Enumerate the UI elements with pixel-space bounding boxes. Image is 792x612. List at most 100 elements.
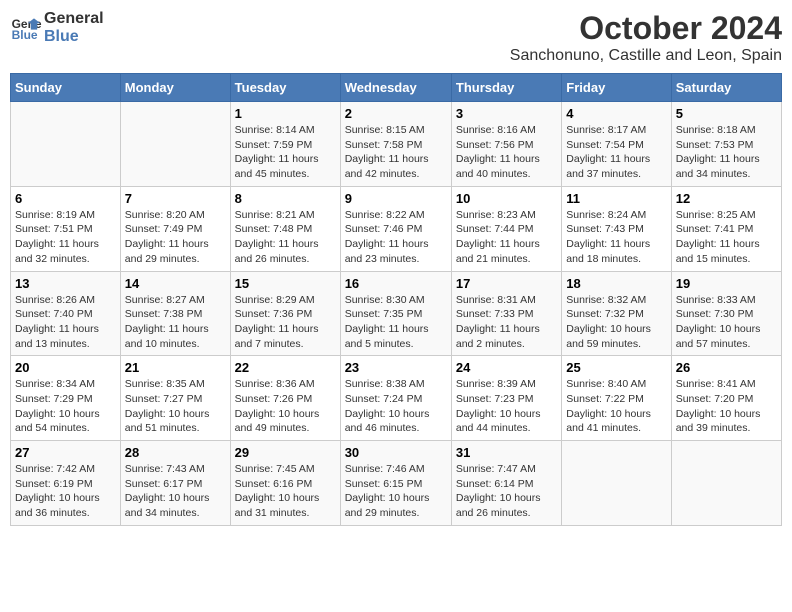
week-row-4: 20Sunrise: 8:34 AMSunset: 7:29 PMDayligh… bbox=[11, 356, 782, 441]
header-tuesday: Tuesday bbox=[230, 74, 340, 102]
day-number: 1 bbox=[235, 106, 336, 121]
day-number: 11 bbox=[566, 191, 666, 206]
page-subtitle: Sanchonuno, Castille and Leon, Spain bbox=[510, 47, 782, 65]
day-info: Sunrise: 8:32 AMSunset: 7:32 PMDaylight:… bbox=[566, 293, 666, 352]
day-number: 10 bbox=[456, 191, 557, 206]
day-number: 8 bbox=[235, 191, 336, 206]
day-number: 18 bbox=[566, 276, 666, 291]
page-title: October 2024 bbox=[510, 10, 782, 47]
calendar-cell: 17 Sunrise: 8:31 AMSunset: 7:33 PMDayligh… bbox=[451, 271, 561, 356]
day-info: Sunrise: 8:26 AMSunset: 7:40 PMDaylight:… bbox=[15, 293, 116, 352]
calendar-cell: 12 Sunrise: 8:25 AMSunset: 7:41 PMDayligh… bbox=[671, 186, 781, 271]
day-number: 4 bbox=[566, 106, 666, 121]
day-info: Sunrise: 8:20 AMSunset: 7:49 PMDaylight:… bbox=[125, 208, 226, 267]
calendar-cell: 10 Sunrise: 8:23 AMSunset: 7:44 PMDayligh… bbox=[451, 186, 561, 271]
calendar-cell: 6 Sunrise: 8:19 AMSunset: 7:51 PMDaylight… bbox=[11, 186, 121, 271]
header-sunday: Sunday bbox=[11, 74, 121, 102]
calendar-cell bbox=[11, 102, 121, 187]
calendar-cell bbox=[671, 441, 781, 526]
calendar-table: Sunday Monday Tuesday Wednesday Thursday… bbox=[10, 73, 782, 526]
day-info: Sunrise: 8:33 AMSunset: 7:30 PMDaylight:… bbox=[676, 293, 777, 352]
day-number: 9 bbox=[345, 191, 447, 206]
day-info: Sunrise: 8:31 AMSunset: 7:33 PMDaylight:… bbox=[456, 293, 557, 352]
day-info: Sunrise: 8:18 AMSunset: 7:53 PMDaylight:… bbox=[676, 123, 777, 182]
day-number: 23 bbox=[345, 360, 447, 375]
calendar-cell: 13Sunrise: 8:26 AMSunset: 7:40 PMDayligh… bbox=[11, 271, 121, 356]
week-row-1: 1 Sunrise: 8:14 AMSunset: 7:59 PMDaylight… bbox=[11, 102, 782, 187]
calendar-cell: 19 Sunrise: 8:33 AMSunset: 7:30 PMDayligh… bbox=[671, 271, 781, 356]
calendar-header: Sunday Monday Tuesday Wednesday Thursday… bbox=[11, 74, 782, 102]
calendar-cell: 27 Sunrise: 7:42 AMSunset: 6:19 PMDayligh… bbox=[11, 441, 121, 526]
day-info: Sunrise: 7:42 AMSunset: 6:19 PMDaylight:… bbox=[15, 462, 116, 521]
calendar-cell: 15 Sunrise: 8:29 AMSunset: 7:36 PMDayligh… bbox=[230, 271, 340, 356]
header-row: Sunday Monday Tuesday Wednesday Thursday… bbox=[11, 74, 782, 102]
day-number: 26 bbox=[676, 360, 777, 375]
day-info: Sunrise: 8:15 AMSunset: 7:58 PMDaylight:… bbox=[345, 123, 447, 182]
day-info: Sunrise: 8:16 AMSunset: 7:56 PMDaylight:… bbox=[456, 123, 557, 182]
calendar-cell: 16 Sunrise: 8:30 AMSunset: 7:35 PMDayligh… bbox=[340, 271, 451, 356]
calendar-body: 1 Sunrise: 8:14 AMSunset: 7:59 PMDaylight… bbox=[11, 102, 782, 526]
calendar-cell: 31 Sunrise: 7:47 AMSunset: 6:14 PMDayligh… bbox=[451, 441, 561, 526]
day-info: Sunrise: 8:40 AMSunset: 7:22 PMDaylight:… bbox=[566, 377, 666, 436]
day-info: Sunrise: 8:36 AMSunset: 7:26 PMDaylight:… bbox=[235, 377, 336, 436]
calendar-cell: 23 Sunrise: 8:38 AMSunset: 7:24 PMDayligh… bbox=[340, 356, 451, 441]
day-info: Sunrise: 7:47 AMSunset: 6:14 PMDaylight:… bbox=[456, 462, 557, 521]
day-info: Sunrise: 7:43 AMSunset: 6:17 PMDaylight:… bbox=[125, 462, 226, 521]
week-row-5: 27 Sunrise: 7:42 AMSunset: 6:19 PMDayligh… bbox=[11, 441, 782, 526]
day-number: 19 bbox=[676, 276, 777, 291]
day-number: 25 bbox=[566, 360, 666, 375]
day-number: 5 bbox=[676, 106, 777, 121]
calendar-cell: 1 Sunrise: 8:14 AMSunset: 7:59 PMDaylight… bbox=[230, 102, 340, 187]
day-info: Sunrise: 8:24 AMSunset: 7:43 PMDaylight:… bbox=[566, 208, 666, 267]
calendar-cell: 21 Sunrise: 8:35 AMSunset: 7:27 PMDayligh… bbox=[120, 356, 230, 441]
day-number: 28 bbox=[125, 445, 226, 460]
day-number: 21 bbox=[125, 360, 226, 375]
calendar-cell bbox=[562, 441, 671, 526]
week-row-2: 6 Sunrise: 8:19 AMSunset: 7:51 PMDaylight… bbox=[11, 186, 782, 271]
day-info: Sunrise: 8:35 AMSunset: 7:27 PMDaylight:… bbox=[125, 377, 226, 436]
day-number: 17 bbox=[456, 276, 557, 291]
svg-text:Blue: Blue bbox=[12, 28, 38, 42]
day-info: Sunrise: 8:14 AMSunset: 7:59 PMDaylight:… bbox=[235, 123, 336, 182]
day-info: Sunrise: 8:22 AMSunset: 7:46 PMDaylight:… bbox=[345, 208, 447, 267]
day-number: 14 bbox=[125, 276, 226, 291]
day-info: Sunrise: 8:34 AMSunset: 7:29 PMDaylight:… bbox=[15, 377, 116, 436]
header-friday: Friday bbox=[562, 74, 671, 102]
calendar-cell: 25 Sunrise: 8:40 AMSunset: 7:22 PMDayligh… bbox=[562, 356, 671, 441]
day-number: 30 bbox=[345, 445, 447, 460]
day-info: Sunrise: 8:21 AMSunset: 7:48 PMDaylight:… bbox=[235, 208, 336, 267]
calendar-cell bbox=[120, 102, 230, 187]
page-header: General Blue General Blue October 2024 S… bbox=[10, 10, 782, 65]
logo: General Blue General Blue bbox=[10, 10, 104, 45]
header-thursday: Thursday bbox=[451, 74, 561, 102]
calendar-cell: 3Sunrise: 8:16 AMSunset: 7:56 PMDaylight… bbox=[451, 102, 561, 187]
calendar-cell: 5 Sunrise: 8:18 AMSunset: 7:53 PMDaylight… bbox=[671, 102, 781, 187]
day-number: 24 bbox=[456, 360, 557, 375]
day-info: Sunrise: 8:19 AMSunset: 7:51 PMDaylight:… bbox=[15, 208, 116, 267]
day-info: Sunrise: 8:25 AMSunset: 7:41 PMDaylight:… bbox=[676, 208, 777, 267]
day-info: Sunrise: 8:27 AMSunset: 7:38 PMDaylight:… bbox=[125, 293, 226, 352]
day-number: 16 bbox=[345, 276, 447, 291]
day-number: 22 bbox=[235, 360, 336, 375]
day-info: Sunrise: 8:38 AMSunset: 7:24 PMDaylight:… bbox=[345, 377, 447, 436]
day-info: Sunrise: 8:41 AMSunset: 7:20 PMDaylight:… bbox=[676, 377, 777, 436]
day-info: Sunrise: 8:23 AMSunset: 7:44 PMDaylight:… bbox=[456, 208, 557, 267]
calendar-cell: 26 Sunrise: 8:41 AMSunset: 7:20 PMDayligh… bbox=[671, 356, 781, 441]
calendar-cell: 8 Sunrise: 8:21 AMSunset: 7:48 PMDaylight… bbox=[230, 186, 340, 271]
day-number: 12 bbox=[676, 191, 777, 206]
title-block: October 2024 Sanchonuno, Castille and Le… bbox=[510, 10, 782, 65]
day-number: 29 bbox=[235, 445, 336, 460]
day-info: Sunrise: 8:29 AMSunset: 7:36 PMDaylight:… bbox=[235, 293, 336, 352]
calendar-cell: 20Sunrise: 8:34 AMSunset: 7:29 PMDayligh… bbox=[11, 356, 121, 441]
logo-line2: Blue bbox=[44, 28, 104, 46]
day-info: Sunrise: 8:39 AMSunset: 7:23 PMDaylight:… bbox=[456, 377, 557, 436]
calendar-cell: 28 Sunrise: 7:43 AMSunset: 6:17 PMDayligh… bbox=[120, 441, 230, 526]
day-number: 27 bbox=[15, 445, 116, 460]
week-row-3: 13Sunrise: 8:26 AMSunset: 7:40 PMDayligh… bbox=[11, 271, 782, 356]
calendar-cell: 22 Sunrise: 8:36 AMSunset: 7:26 PMDayligh… bbox=[230, 356, 340, 441]
day-info: Sunrise: 8:30 AMSunset: 7:35 PMDaylight:… bbox=[345, 293, 447, 352]
day-number: 31 bbox=[456, 445, 557, 460]
day-info: Sunrise: 7:45 AMSunset: 6:16 PMDaylight:… bbox=[235, 462, 336, 521]
day-number: 6 bbox=[15, 191, 116, 206]
day-number: 15 bbox=[235, 276, 336, 291]
